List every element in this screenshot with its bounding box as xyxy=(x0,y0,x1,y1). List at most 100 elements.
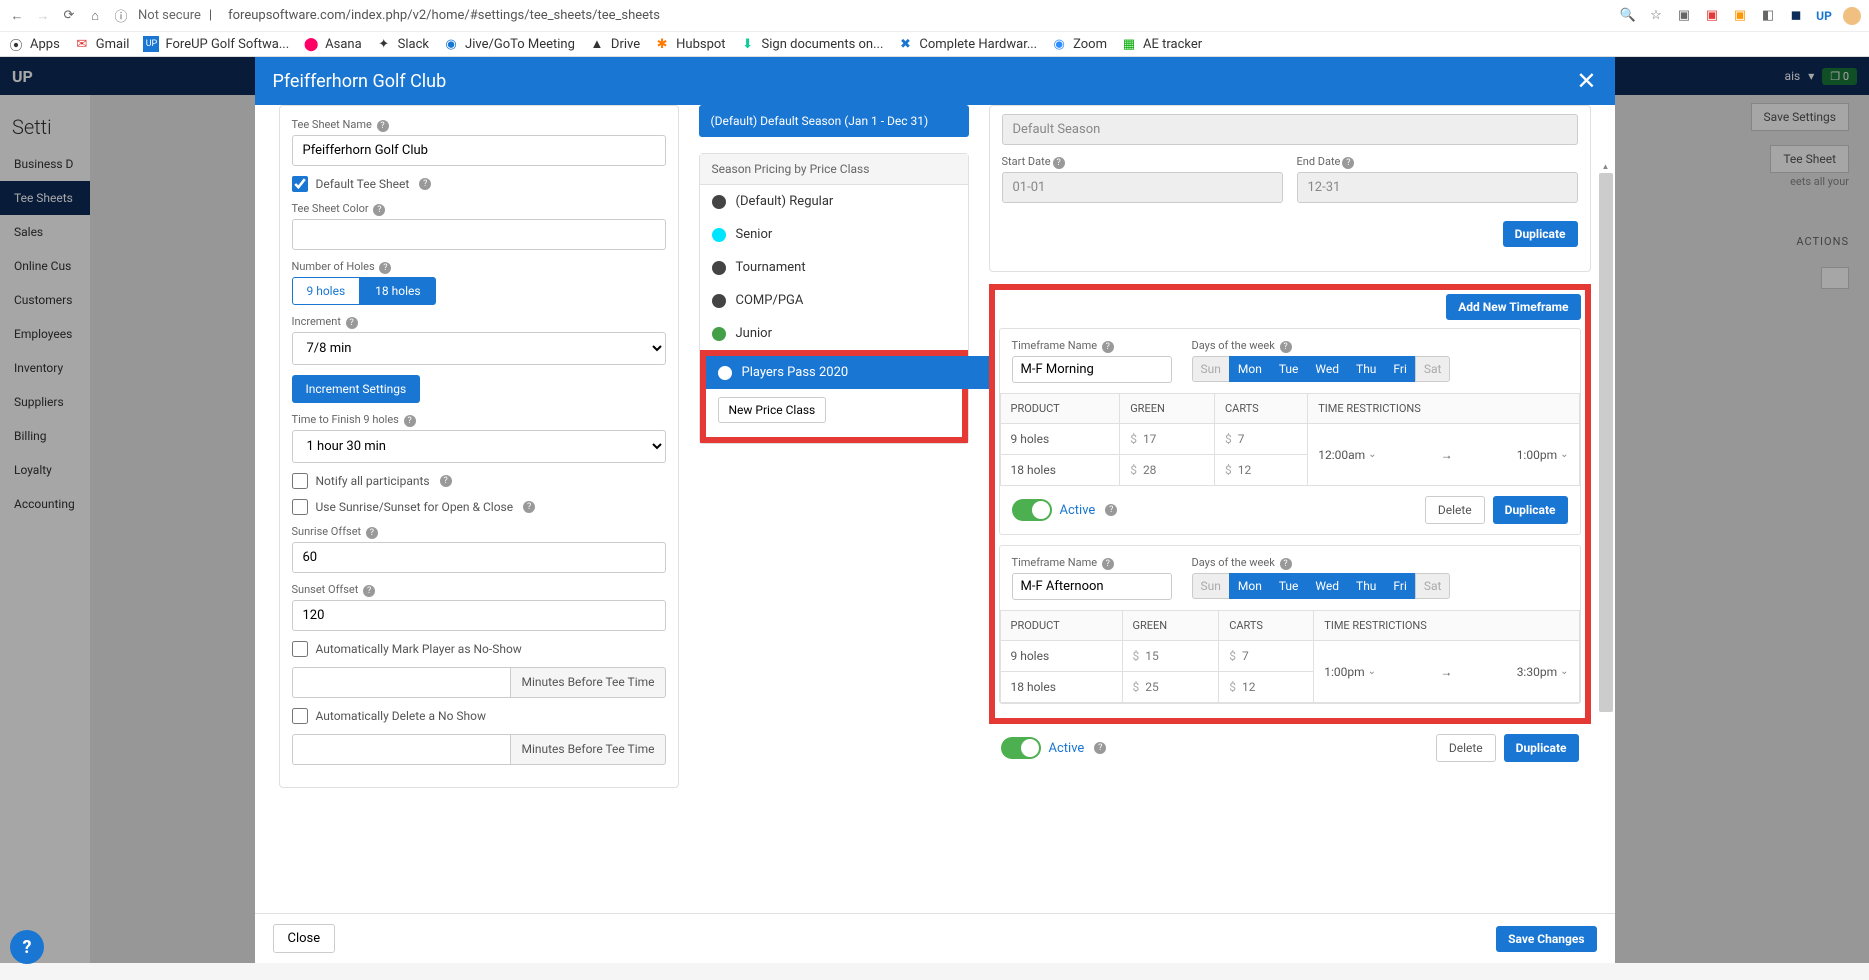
close-icon[interactable]: ✕ xyxy=(1576,67,1596,95)
day-button-sun[interactable]: Sun xyxy=(1192,573,1229,599)
docs-bookmark[interactable]: ⬇Sign documents on... xyxy=(740,36,884,52)
hubspot-bookmark[interactable]: ✱Hubspot xyxy=(654,36,725,52)
new-price-class-button[interactable]: New Price Class xyxy=(718,397,827,423)
extension-icon[interactable]: ◼ xyxy=(1787,7,1805,25)
season-banner[interactable]: (Default) Default Season (Jan 1 - Dec 31… xyxy=(699,105,969,137)
foreup-icon[interactable]: UP xyxy=(1815,7,1833,25)
delete-timeframe-button[interactable]: Delete xyxy=(1436,734,1496,762)
extension-icon[interactable]: ◧ xyxy=(1759,7,1777,25)
help-icon[interactable]: ? xyxy=(377,120,389,132)
increment-settings-button[interactable]: Increment Settings xyxy=(292,375,421,403)
day-button-thu[interactable]: Thu xyxy=(1347,573,1384,599)
help-icon[interactable]: ? xyxy=(1280,341,1292,353)
sunset-offset-input[interactable] xyxy=(292,600,666,631)
scrollbar[interactable]: ▲ xyxy=(1599,159,1613,877)
day-button-sun[interactable]: Sun xyxy=(1192,356,1229,382)
duplicate-timeframe-button[interactable]: Duplicate xyxy=(1493,496,1568,524)
tee-sheet-name-input[interactable] xyxy=(292,135,666,166)
auto-delete-checkbox[interactable] xyxy=(292,708,308,724)
ae-bookmark[interactable]: ▦AE tracker xyxy=(1121,36,1202,52)
green-cell[interactable]: $28 xyxy=(1120,455,1215,486)
carts-cell[interactable]: $7 xyxy=(1219,641,1314,672)
help-icon[interactable]: ? xyxy=(1102,558,1114,570)
help-icon[interactable]: ? xyxy=(366,527,378,539)
foreup-bookmark[interactable]: UPForeUP Golf Softwa... xyxy=(143,36,289,52)
forward-icon[interactable]: → xyxy=(34,7,52,25)
carts-cell[interactable]: $12 xyxy=(1215,455,1308,486)
help-icon[interactable]: ? xyxy=(1102,341,1114,353)
time-to-select[interactable]: 1:00pm ⌄ xyxy=(1517,448,1569,462)
sunrise-checkbox[interactable] xyxy=(292,499,308,515)
price-class-regular[interactable]: (Default) Regular xyxy=(700,185,968,218)
day-button-thu[interactable]: Thu xyxy=(1347,356,1384,382)
help-icon[interactable]: ? xyxy=(363,585,375,597)
star-icon[interactable]: ☆ xyxy=(1647,7,1665,25)
help-icon[interactable]: ? xyxy=(419,178,431,190)
time-to-select[interactable]: 3:30pm ⌄ xyxy=(1517,665,1569,679)
gmail-bookmark[interactable]: ✉Gmail xyxy=(74,36,130,52)
help-icon[interactable]: ? xyxy=(373,204,385,216)
drive-bookmark[interactable]: ▲Drive xyxy=(589,36,640,52)
notify-checkbox[interactable] xyxy=(292,473,308,489)
day-button-sat[interactable]: Sat xyxy=(1415,573,1451,599)
day-button-fri[interactable]: Fri xyxy=(1384,573,1414,599)
price-class-senior[interactable]: Senior xyxy=(700,218,968,251)
help-icon[interactable]: ? xyxy=(440,475,452,487)
price-class-players-pass[interactable]: Players Pass 2020 xyxy=(706,356,990,389)
green-cell[interactable]: $15 xyxy=(1122,641,1219,672)
auto-delete-minutes-input[interactable] xyxy=(292,734,511,765)
extension-icon[interactable]: ▣ xyxy=(1703,7,1721,25)
url-text[interactable]: foreupsoftware.com/index.php/v2/home/#se… xyxy=(220,4,1611,27)
extension-icon[interactable]: ▣ xyxy=(1675,7,1693,25)
help-bubble[interactable]: ? xyxy=(10,930,44,964)
help-icon[interactable]: ? xyxy=(346,317,358,329)
noshow-checkbox[interactable] xyxy=(292,641,308,657)
price-class-comp[interactable]: COMP/PGA xyxy=(700,284,968,317)
zoom-bookmark[interactable]: ◉Zoom xyxy=(1051,36,1107,52)
increment-select[interactable]: 7/8 min xyxy=(292,332,666,365)
delete-timeframe-button[interactable]: Delete xyxy=(1425,496,1485,524)
day-button-tue[interactable]: Tue xyxy=(1270,573,1307,599)
carts-cell[interactable]: $7 xyxy=(1215,424,1308,455)
home-icon[interactable]: ⌂ xyxy=(86,7,104,25)
help-icon[interactable]: ? xyxy=(379,262,391,274)
day-button-sat[interactable]: Sat xyxy=(1415,356,1451,382)
time-from-select[interactable]: 1:00pm ⌄ xyxy=(1324,665,1376,679)
slack-bookmark[interactable]: ✦Slack xyxy=(376,36,429,52)
sunrise-offset-input[interactable] xyxy=(292,542,666,573)
extension-icon[interactable]: ▣ xyxy=(1731,7,1749,25)
default-tee-sheet-checkbox[interactable] xyxy=(292,176,308,192)
active-toggle[interactable] xyxy=(1001,737,1041,759)
price-class-junior[interactable]: Junior xyxy=(700,317,968,350)
scroll-up-icon[interactable]: ▲ xyxy=(1599,159,1613,173)
green-cell[interactable]: $25 xyxy=(1122,672,1219,703)
apps-bookmark[interactable]: ⦿Apps xyxy=(8,36,60,52)
price-class-tournament[interactable]: Tournament xyxy=(700,251,968,284)
noshow-minutes-input[interactable] xyxy=(292,667,511,698)
help-icon[interactable]: ? xyxy=(1342,157,1354,169)
duplicate-timeframe-button[interactable]: Duplicate xyxy=(1504,734,1579,762)
save-changes-button[interactable]: Save Changes xyxy=(1496,926,1596,952)
back-icon[interactable]: ← xyxy=(8,7,26,25)
time-from-select[interactable]: 12:00am ⌄ xyxy=(1318,448,1376,462)
help-icon[interactable]: ? xyxy=(1280,558,1292,570)
profile-avatar[interactable] xyxy=(1843,7,1861,25)
day-button-fri[interactable]: Fri xyxy=(1384,356,1414,382)
hardware-bookmark[interactable]: ✖Complete Hardwar... xyxy=(897,36,1037,52)
holes-9-button[interactable]: 9 holes xyxy=(292,277,361,305)
jive-bookmark[interactable]: ◉Jive/GoTo Meeting xyxy=(443,36,575,52)
active-toggle[interactable] xyxy=(1012,499,1052,521)
timeframe-name-input[interactable] xyxy=(1012,356,1172,383)
duplicate-season-button[interactable]: Duplicate xyxy=(1503,221,1578,247)
green-cell[interactable]: $17 xyxy=(1120,424,1215,455)
carts-cell[interactable]: $12 xyxy=(1219,672,1314,703)
help-icon[interactable]: ? xyxy=(1094,742,1106,754)
day-button-tue[interactable]: Tue xyxy=(1270,356,1307,382)
help-icon[interactable]: ? xyxy=(1053,157,1065,169)
time-to-finish-select[interactable]: 1 hour 30 min xyxy=(292,430,666,463)
day-button-wed[interactable]: Wed xyxy=(1306,356,1347,382)
help-icon[interactable]: ? xyxy=(1105,504,1117,516)
tee-sheet-color-input[interactable] xyxy=(292,219,666,250)
zoom-icon[interactable]: 🔍 xyxy=(1619,7,1637,25)
close-button[interactable]: Close xyxy=(273,924,336,953)
